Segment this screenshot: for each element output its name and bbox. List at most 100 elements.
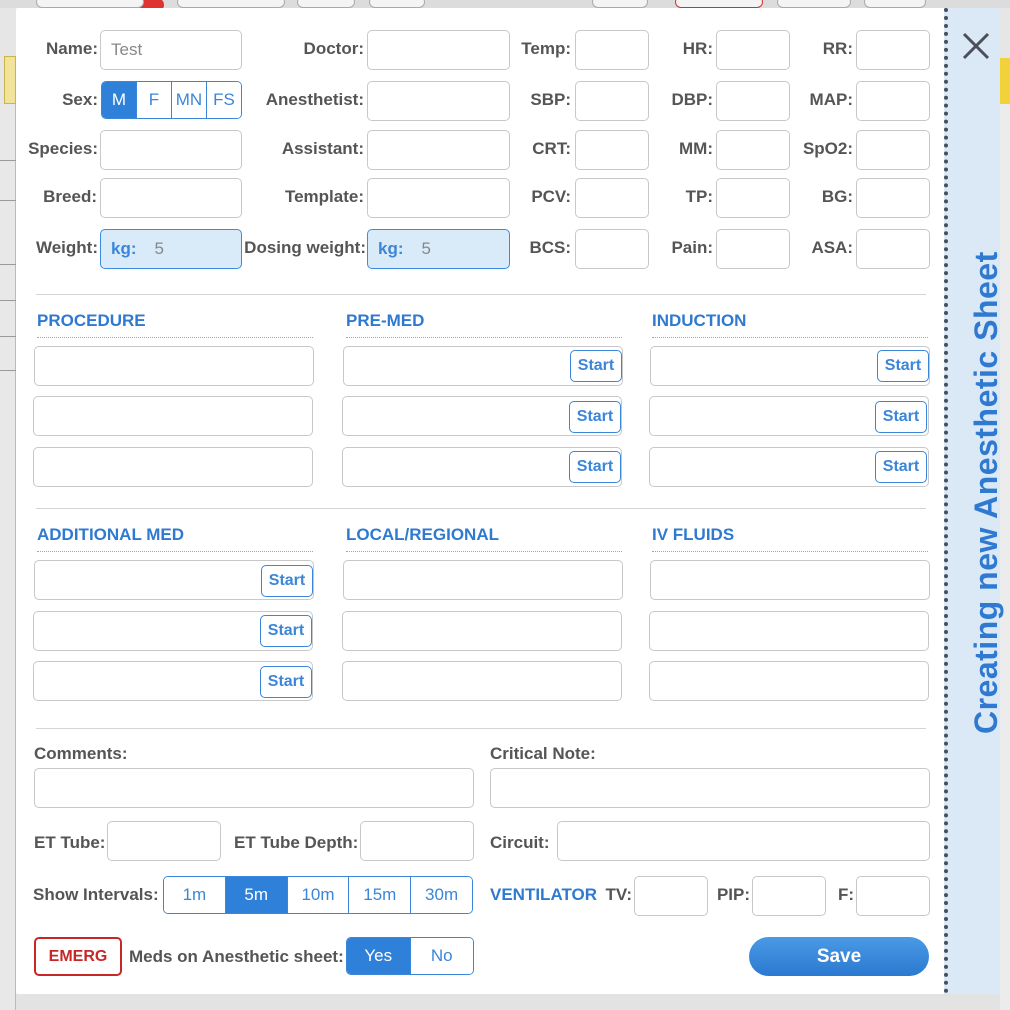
- mm-label: MM:: [679, 139, 713, 158]
- premed-start-button[interactable]: Start: [570, 350, 622, 382]
- tv-input[interactable]: [634, 876, 708, 916]
- procedure-input[interactable]: [34, 346, 314, 386]
- dosing-weight-value: 5: [421, 239, 431, 258]
- additional-med-start-button[interactable]: Start: [260, 615, 312, 647]
- dosing-weight-input[interactable]: kg: 5: [367, 229, 510, 269]
- background-panel: [0, 104, 16, 1010]
- pain-input[interactable]: [716, 229, 790, 269]
- name-input[interactable]: Test: [100, 30, 242, 70]
- sex-option-mn[interactable]: MN: [172, 82, 207, 118]
- sheet-title: Creating new Anesthetic Sheet: [967, 251, 1004, 734]
- background-tab: [592, 0, 648, 8]
- interval-option-15m[interactable]: 15m: [349, 877, 412, 913]
- pip-input[interactable]: [752, 876, 826, 916]
- iv-fluids-input[interactable]: [650, 560, 930, 600]
- sex-option-fs[interactable]: FS: [207, 82, 241, 118]
- emergency-button[interactable]: EMERG: [34, 937, 122, 976]
- local-regional-input[interactable]: [342, 611, 622, 651]
- meds-on-sheet-yes[interactable]: Yes: [347, 938, 411, 974]
- background-divider: [0, 200, 16, 201]
- temp-input[interactable]: [575, 30, 649, 70]
- dbp-input[interactable]: [716, 81, 790, 121]
- temp-label: Temp:: [521, 39, 571, 58]
- asa-input[interactable]: [856, 229, 930, 269]
- divider: [36, 508, 926, 509]
- divider: [36, 294, 926, 295]
- premed-start-button[interactable]: Start: [569, 401, 621, 433]
- induction-header: INDUCTION: [652, 311, 928, 338]
- doctor-input[interactable]: [367, 30, 510, 70]
- hr-label: HR:: [682, 39, 713, 58]
- circuit-input[interactable]: [557, 821, 930, 861]
- induction-start-button[interactable]: Start: [875, 401, 927, 433]
- weight-input[interactable]: kg: 5: [100, 229, 242, 269]
- iv-fluids-input[interactable]: [649, 661, 929, 701]
- template-label: Template:: [284, 187, 364, 206]
- sex-option-f[interactable]: F: [137, 82, 172, 118]
- spo2-input[interactable]: [856, 130, 930, 170]
- additional-med-start-button[interactable]: Start: [261, 565, 313, 597]
- meds-on-sheet-toggle: Yes No: [346, 937, 474, 975]
- save-button[interactable]: Save: [749, 937, 929, 976]
- rr-label: RR:: [822, 39, 853, 58]
- background-tab: [177, 0, 285, 8]
- additional-med-start-button[interactable]: Start: [260, 666, 312, 698]
- et-tube-depth-label: ET Tube Depth:: [234, 833, 359, 852]
- critical-note-input[interactable]: [490, 768, 930, 808]
- interval-option-30m[interactable]: 30m: [411, 877, 472, 913]
- f-input[interactable]: [856, 876, 930, 916]
- rr-input[interactable]: [856, 30, 930, 70]
- assistant-input[interactable]: [367, 130, 510, 170]
- bg-label: BG:: [821, 187, 853, 206]
- background-divider: [0, 300, 16, 301]
- template-input[interactable]: [367, 178, 510, 218]
- side-panel: Creating new Anesthetic Sheet: [944, 8, 1004, 994]
- sex-option-m[interactable]: M: [102, 82, 137, 118]
- circuit-label: Circuit:: [490, 833, 550, 852]
- premed-start-button[interactable]: Start: [569, 451, 621, 483]
- background-tab: [777, 0, 851, 8]
- comments-input[interactable]: [34, 768, 474, 808]
- procedure-input[interactable]: [33, 447, 313, 487]
- comments-label: Comments:: [34, 744, 128, 763]
- induction-start-button[interactable]: Start: [877, 350, 929, 382]
- procedure-input[interactable]: [33, 396, 313, 436]
- dosing-weight-label: Dosing weight:: [244, 238, 366, 257]
- doctor-label: Doctor:: [303, 39, 364, 58]
- sbp-input[interactable]: [575, 81, 649, 121]
- asa-label: ASA:: [811, 238, 853, 257]
- crt-input[interactable]: [575, 130, 649, 170]
- induction-start-button[interactable]: Start: [875, 451, 927, 483]
- local-regional-input[interactable]: [343, 560, 623, 600]
- pain-label: Pain:: [671, 238, 713, 257]
- background-divider: [0, 336, 16, 337]
- mm-input[interactable]: [716, 130, 790, 170]
- sex-label: Sex:: [62, 90, 98, 109]
- crt-label: CRT:: [532, 139, 571, 158]
- assistant-label: Assistant:: [281, 139, 364, 158]
- anesthetist-label: Anesthetist:: [265, 90, 364, 109]
- bcs-input[interactable]: [575, 229, 649, 269]
- name-value: Test: [111, 40, 143, 59]
- dbp-label: DBP:: [671, 90, 713, 109]
- anesthetist-input[interactable]: [367, 81, 510, 121]
- interval-option-1m[interactable]: 1m: [164, 877, 226, 913]
- et-tube-input[interactable]: [107, 821, 221, 861]
- hr-input[interactable]: [716, 30, 790, 70]
- local-regional-input[interactable]: [342, 661, 622, 701]
- tp-input[interactable]: [716, 178, 790, 218]
- map-input[interactable]: [856, 81, 930, 121]
- background-divider: [0, 370, 16, 371]
- et-tube-depth-input[interactable]: [360, 821, 474, 861]
- breed-input[interactable]: [100, 178, 242, 218]
- iv-fluids-input[interactable]: [649, 611, 929, 651]
- species-input[interactable]: [100, 130, 242, 170]
- pcv-input[interactable]: [575, 178, 649, 218]
- interval-option-10m[interactable]: 10m: [287, 877, 350, 913]
- bg-input[interactable]: [856, 178, 930, 218]
- interval-option-5m[interactable]: 5m: [225, 877, 288, 913]
- bcs-label: BCS:: [529, 238, 571, 257]
- close-button[interactable]: [960, 30, 992, 62]
- weight-unit: kg:: [111, 239, 137, 258]
- meds-on-sheet-no[interactable]: No: [410, 938, 473, 974]
